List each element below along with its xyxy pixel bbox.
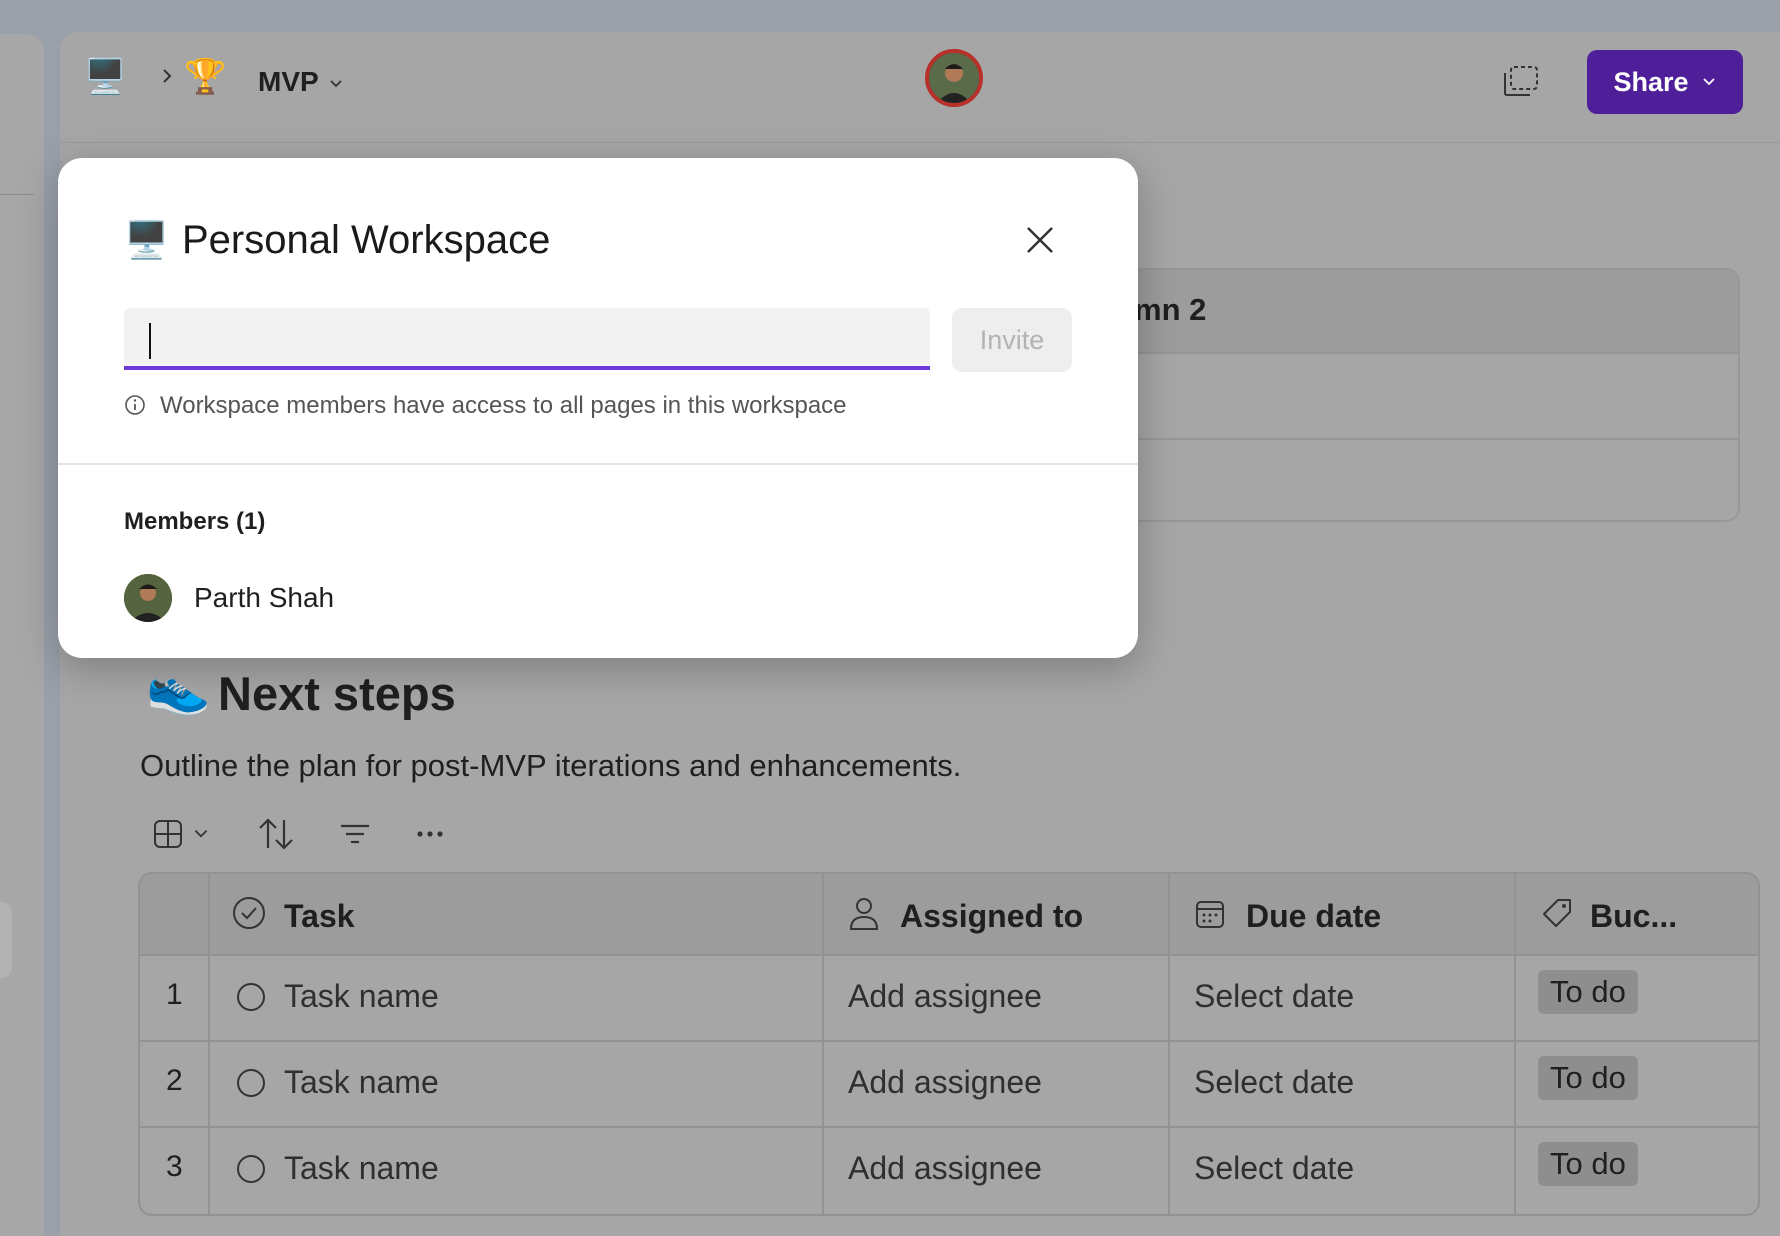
calendar-icon [1196, 901, 1224, 928]
invite-email-input[interactable] [124, 308, 930, 370]
invite-button[interactable]: Invite [952, 308, 1072, 372]
task-name-cell[interactable]: Task name [284, 1150, 439, 1187]
bucket-pill[interactable]: To do [1538, 1142, 1638, 1186]
view-switcher[interactable] [152, 814, 210, 854]
task-complete-circle-icon[interactable] [236, 1068, 266, 1098]
person-icon [849, 898, 879, 930]
due-date-cell[interactable]: Select date [1194, 1064, 1354, 1101]
member-name: Parth Shah [194, 582, 335, 613]
desktop-computer-icon[interactable]: 🖥️ [84, 60, 126, 94]
chevron-down-icon [194, 829, 208, 838]
background-table: mn 2 [1060, 268, 1740, 522]
rail-collapse-handle[interactable] [0, 902, 12, 978]
table-row [1062, 354, 1738, 440]
divider [58, 463, 1138, 465]
dialog-title: Personal Workspace [182, 218, 551, 262]
column-header-bucket[interactable]: Buc... [1590, 898, 1677, 935]
table-row [1062, 440, 1738, 520]
top-bar: 🖥️ 🏆 MVP Share [60, 32, 1780, 143]
task-name-cell[interactable]: Task name [284, 1064, 439, 1101]
share-button[interactable]: Share [1587, 50, 1743, 114]
chevron-right-icon [163, 69, 172, 83]
more-options-icon[interactable] [414, 814, 446, 854]
info-icon [125, 395, 145, 415]
layout-toggle-icon[interactable] [1502, 64, 1540, 98]
task-complete-circle-icon[interactable] [236, 982, 266, 1012]
column-header-assigned-to[interactable]: Assigned to [900, 898, 1083, 935]
due-date-cell[interactable]: Select date [1194, 978, 1354, 1015]
desktop-computer-icon: 🖥️ [124, 219, 169, 260]
workspace-share-dialog: 🖥️ Personal Workspace Invite Workspace m… [58, 158, 1138, 658]
running-shoe-icon: 👟 [146, 659, 211, 717]
avatar[interactable] [925, 49, 983, 107]
close-icon[interactable] [1020, 220, 1060, 260]
column-divider [1514, 874, 1516, 1214]
due-date-cell[interactable]: Select date [1194, 1150, 1354, 1187]
check-circle-icon [233, 897, 265, 929]
info-text: Workspace members have access to all pag… [160, 392, 847, 419]
members-heading: Members (1) [124, 508, 266, 535]
text-cursor [149, 323, 151, 359]
sort-icon[interactable] [256, 814, 296, 854]
bucket-pill[interactable]: To do [1538, 1056, 1638, 1100]
assignee-cell[interactable]: Add assignee [848, 978, 1042, 1015]
rail-divider [0, 194, 34, 195]
share-button-label: Share [1613, 66, 1689, 97]
chevron-down-icon[interactable] [328, 76, 344, 92]
bucket-pill[interactable]: To do [1538, 970, 1638, 1014]
tag-icon [1543, 899, 1571, 927]
filter-icon[interactable] [338, 814, 372, 854]
column-divider [822, 874, 824, 1214]
row-number: 1 [166, 978, 183, 1011]
assignee-cell[interactable]: Add assignee [848, 1150, 1042, 1187]
left-rail [0, 34, 44, 1236]
section-title: Next steps [218, 667, 456, 720]
section-description: Outline the plan for post-MVP iterations… [140, 748, 962, 783]
task-name-cell[interactable]: Task name [284, 978, 439, 1015]
row-number: 2 [166, 1064, 183, 1097]
avatar [124, 574, 172, 622]
column-divider [208, 874, 210, 1214]
column-header: mn 2 [1134, 292, 1207, 327]
column-header-task[interactable]: Task [284, 898, 355, 935]
background-table-header: mn 2 [1062, 270, 1738, 354]
task-complete-circle-icon[interactable] [236, 1154, 266, 1184]
column-header-due-date[interactable]: Due date [1246, 898, 1381, 935]
chevron-down-icon [1702, 78, 1715, 86]
assignee-cell[interactable]: Add assignee [848, 1064, 1042, 1101]
trophy-icon: 🏆 [184, 58, 227, 96]
column-divider [1168, 874, 1170, 1214]
page-title[interactable]: MVP [258, 66, 319, 98]
grid-view-icon [154, 820, 182, 848]
task-table: Task Assigned to Due date Buc... 1 Task … [138, 872, 1760, 1216]
row-number: 3 [166, 1150, 183, 1183]
